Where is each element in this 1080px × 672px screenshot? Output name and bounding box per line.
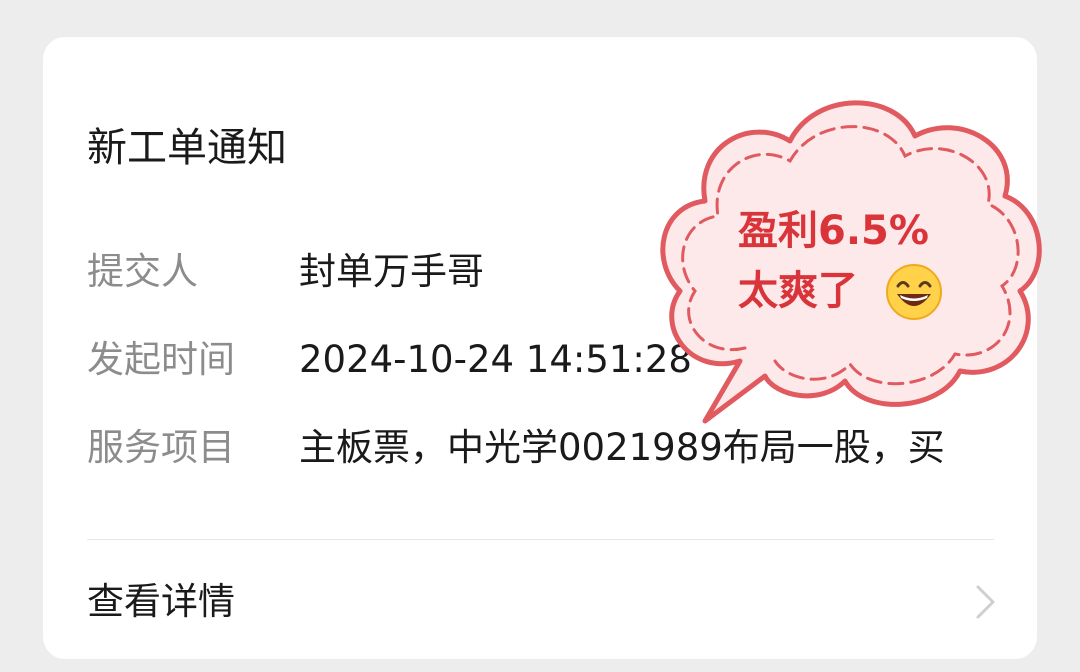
chevron-right-icon bbox=[976, 585, 995, 619]
sticker-line-2: 太爽了 bbox=[738, 268, 858, 314]
sticker-line-1: 盈利6.5% bbox=[738, 208, 929, 254]
service-item-label: 服务项目 bbox=[87, 426, 235, 469]
bubble-shape bbox=[660, 100, 1042, 424]
submitter-label: 提交人 bbox=[87, 250, 198, 293]
card-title: 新工单通知 bbox=[87, 125, 287, 171]
view-details-row[interactable]: 查看详情 bbox=[43, 540, 1037, 659]
start-time-value: 2024-10-24 14:51:28 bbox=[299, 338, 692, 381]
start-time-label: 发起时间 bbox=[87, 338, 235, 381]
submitter-value: 封单万手哥 bbox=[299, 250, 484, 293]
view-details-label: 查看详情 bbox=[87, 580, 235, 623]
grinning-face-emoji-icon bbox=[886, 264, 942, 320]
